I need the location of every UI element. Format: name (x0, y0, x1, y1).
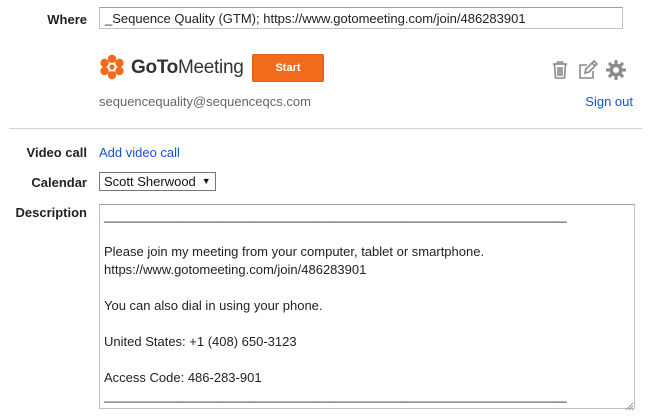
gotomeeting-logo: GoToMeeting (99, 54, 244, 82)
sign-out-link[interactable]: Sign out (585, 94, 633, 109)
gear-icon[interactable] (605, 59, 627, 81)
edit-icon[interactable] (577, 59, 599, 81)
resize-handle-icon[interactable] (625, 399, 634, 411)
where-label: Where (47, 12, 87, 27)
calendar-selected-value: Scott Sherwood (104, 174, 196, 189)
video-call-label: Video call (26, 145, 87, 160)
gotomeeting-wordmark: GoToMeeting (131, 57, 244, 78)
description-textarea[interactable]: ________________________________________… (99, 204, 635, 409)
add-video-call-link[interactable]: Add video call (99, 145, 180, 160)
trash-icon[interactable] (549, 59, 571, 81)
chevron-down-icon: ▼ (201, 176, 211, 186)
calendar-select[interactable]: Scott Sherwood ▼ (99, 172, 216, 191)
gotomeeting-flower-icon (99, 54, 125, 83)
where-input[interactable]: _Sequence Quality (GTM); https://www.got… (99, 7, 623, 29)
meeting-actions (549, 59, 627, 81)
calendar-label: Calendar (31, 175, 87, 190)
section-divider (9, 128, 642, 129)
description-label: Description (15, 205, 87, 220)
start-meeting-button[interactable]: Start (252, 54, 324, 82)
account-email: sequencequality@sequenceqcs.com (99, 94, 311, 109)
